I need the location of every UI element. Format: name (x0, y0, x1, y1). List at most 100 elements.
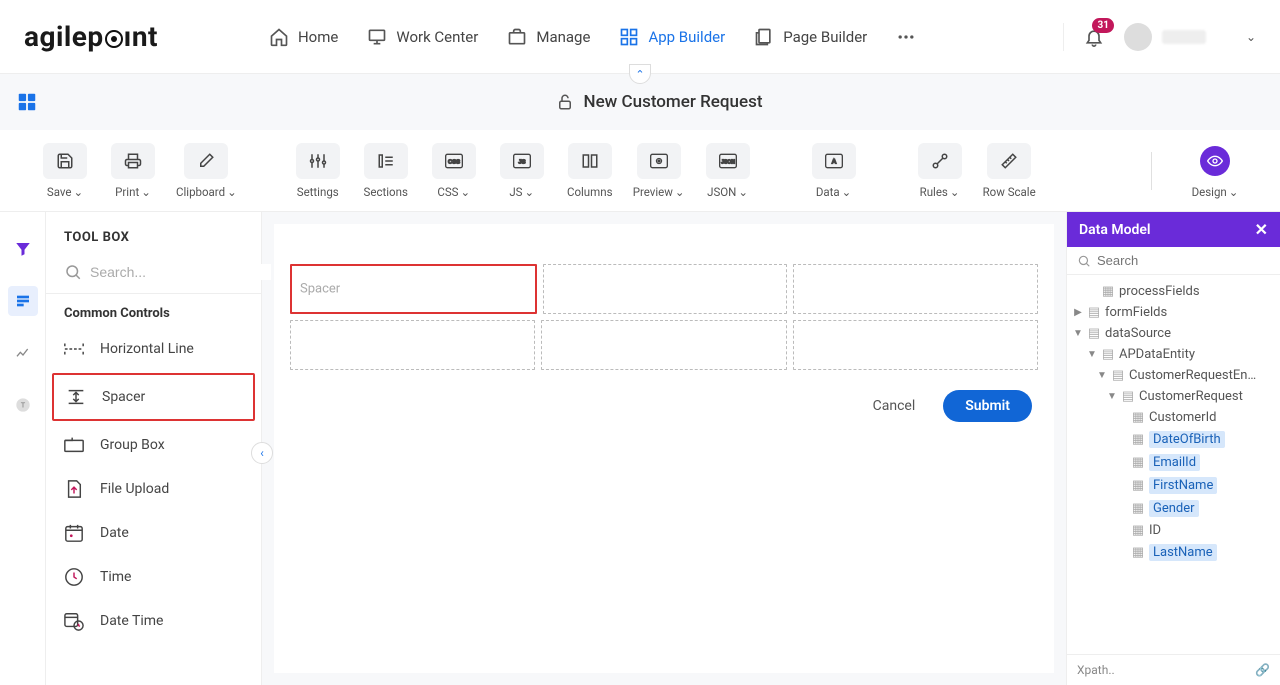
tool-print[interactable]: Print⌄ (108, 143, 158, 199)
columns-icon (581, 152, 599, 170)
tree-field-label: EmailId (1149, 454, 1200, 471)
folder-icon: ▤ (1087, 306, 1101, 320)
rail-filter[interactable] (8, 234, 38, 264)
expand-icon[interactable]: ▶ (1073, 307, 1083, 318)
canvas-cell[interactable] (290, 320, 535, 370)
avatar (1124, 23, 1152, 51)
tool-columns[interactable]: Columns (565, 143, 615, 199)
tree-node-datasource[interactable]: ▼▤dataSource (1071, 323, 1276, 344)
folder-icon: ▤ (1087, 327, 1101, 341)
tool-json[interactable]: JSON JSON⌄ (703, 143, 753, 199)
tree-node-formfields[interactable]: ▶▤formFields (1071, 302, 1276, 323)
nav-manage[interactable]: Manage (506, 26, 590, 48)
tool-sections[interactable]: Sections (361, 143, 411, 199)
tool-settings-label: Settings (297, 185, 339, 199)
collapse-up-handle[interactable]: ⌃ (629, 64, 651, 84)
tree-field[interactable]: ▦LastName (1071, 541, 1276, 564)
chevron-down-icon: ⌄ (460, 185, 470, 199)
user-menu[interactable]: ⌄ (1124, 23, 1256, 51)
tree-node-processfields[interactable]: ▦processFields (1071, 281, 1276, 302)
nav-more[interactable] (895, 26, 917, 48)
rail-chart[interactable] (8, 338, 38, 368)
pages-icon (753, 26, 775, 48)
data-model-search-input[interactable] (1097, 253, 1273, 268)
monitor-icon (366, 26, 388, 48)
tool-preview[interactable]: Preview⌄ (633, 143, 685, 199)
canvas-cell[interactable] (793, 320, 1038, 370)
tool-design[interactable]: Design⌄ (1190, 143, 1240, 199)
chevron-down-icon: ⌄ (525, 185, 535, 199)
canvas-cell[interactable] (541, 320, 786, 370)
collapse-icon[interactable]: ▼ (1073, 328, 1083, 339)
collapse-icon[interactable]: ▼ (1107, 391, 1117, 402)
toolbox-item-date-time[interactable]: Date Time (46, 599, 261, 643)
nav-work-center[interactable]: Work Center (366, 26, 478, 48)
tree-field[interactable]: ▦EmailId (1071, 451, 1276, 474)
toolbox-item-time[interactable]: Time (46, 555, 261, 599)
tool-design-label: Design (1192, 185, 1227, 199)
tree-field[interactable]: ▦DateOfBirth (1071, 428, 1276, 451)
toolbox-item-spacer[interactable]: Spacer (52, 373, 255, 421)
tool-rules-label: Rules (920, 185, 948, 199)
horizontal-line-icon (62, 337, 86, 361)
toolbox-item-file-upload[interactable]: File Upload (46, 467, 261, 511)
date-time-icon (62, 609, 86, 633)
rail-text[interactable]: T (8, 390, 38, 420)
canvas-cell[interactable] (543, 264, 788, 314)
tree-field-label: Gender (1149, 500, 1199, 517)
folder-icon: ▤ (1111, 369, 1125, 383)
tree-node-apdataentity[interactable]: ▼▤APDataEntity (1071, 344, 1276, 365)
sliders-icon (309, 152, 327, 170)
search-icon (64, 263, 82, 281)
nav-page-builder-label: Page Builder (783, 28, 867, 46)
canvas-cell[interactable] (793, 264, 1038, 314)
chevron-down-icon: ⌄ (227, 185, 237, 199)
sections-icon (377, 152, 395, 170)
submit-button[interactable]: Submit (943, 390, 1032, 422)
notifications-button[interactable]: 31 (1084, 26, 1104, 48)
js-icon: JS (512, 152, 532, 170)
svg-text:T: T (20, 401, 25, 410)
tool-print-label: Print (115, 185, 139, 199)
toolbox-item-group-box[interactable]: Group Box (46, 423, 261, 467)
collapse-icon[interactable]: ▼ (1097, 370, 1107, 381)
tool-save[interactable]: Save⌄ (40, 143, 90, 199)
toolbox-item-date[interactable]: Date (46, 511, 261, 555)
tree-field[interactable]: ▦FirstName (1071, 474, 1276, 497)
tool-data[interactable]: A Data⌄ (809, 143, 859, 199)
canvas-drop-cell[interactable]: Spacer (290, 264, 537, 314)
tool-settings[interactable]: Settings (293, 143, 343, 199)
ellipsis-icon (895, 26, 917, 48)
close-icon[interactable]: ✕ (1255, 220, 1268, 239)
tool-css-label: CSS (437, 185, 458, 199)
rail-form[interactable] (8, 286, 38, 316)
nav-home[interactable]: Home (268, 26, 338, 48)
tree-field[interactable]: ▦ID (1071, 520, 1276, 541)
toolbox-item-label: Horizontal Line (100, 341, 194, 357)
tree-field[interactable]: ▦Gender (1071, 497, 1276, 520)
tool-clipboard[interactable]: Clipboard⌄ (176, 143, 237, 199)
nav-page-builder[interactable]: Page Builder (753, 26, 867, 48)
css-icon: CSS (444, 152, 464, 170)
apps-icon[interactable] (16, 91, 38, 113)
tree-node-customerrequesten[interactable]: ▼▤CustomerRequestEn… (1071, 365, 1276, 386)
link-icon[interactable]: 🔗 (1255, 663, 1270, 677)
data-icon: A (824, 152, 844, 170)
tool-rules[interactable]: Rules⌄ (915, 143, 965, 199)
tool-js[interactable]: JS JS⌄ (497, 143, 547, 199)
tool-css[interactable]: CSS CSS⌄ (429, 143, 479, 199)
tool-rowscale[interactable]: Row Scale (983, 143, 1036, 199)
nav-app-builder[interactable]: App Builder (618, 26, 725, 48)
collapse-icon[interactable]: ▼ (1087, 349, 1097, 360)
field-icon: ▦ (1131, 411, 1145, 425)
tree-field[interactable]: ▦CustomerId (1071, 407, 1276, 428)
toolbox-search-input[interactable] (90, 264, 271, 280)
collapse-toolbox-handle[interactable]: ‹ (251, 442, 273, 464)
tool-json-label: JSON (707, 185, 736, 199)
tree-node-customerrequest[interactable]: ▼▤CustomerRequest (1071, 386, 1276, 407)
cancel-button[interactable]: Cancel (861, 390, 928, 422)
toolbox-item-horizontal-line[interactable]: Horizontal Line (46, 327, 261, 371)
folder-icon: ▤ (1121, 390, 1135, 404)
toolbox-item-label: Spacer (102, 389, 145, 405)
folder-icon: ▤ (1101, 348, 1115, 362)
